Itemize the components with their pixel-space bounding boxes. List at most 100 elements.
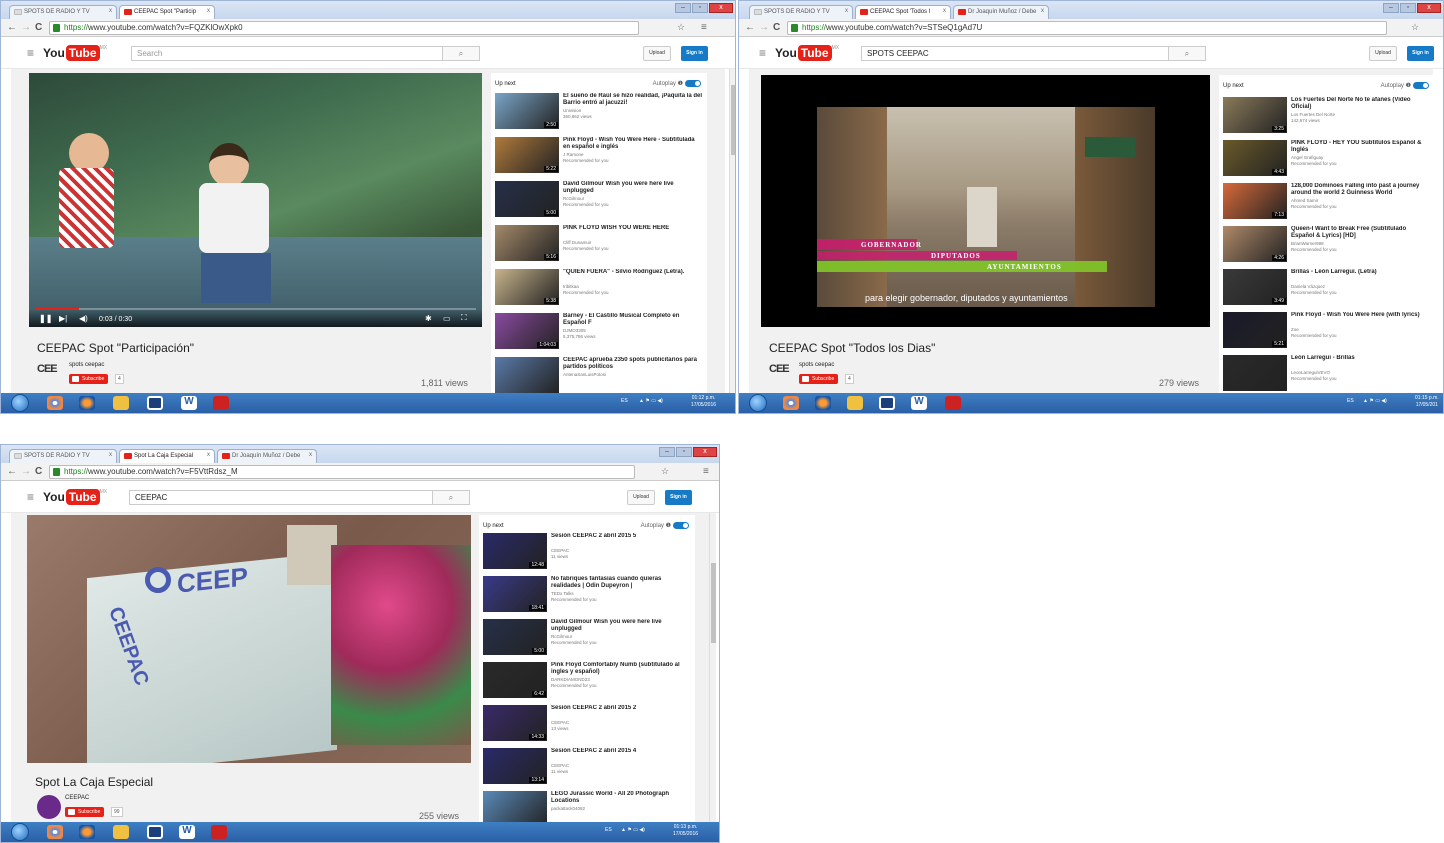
video-thumbnail[interactable]: 2:50 [495, 93, 559, 129]
video-item-title[interactable]: PINK FLOYD WISH YOU WERE HERE [563, 225, 703, 232]
media-player-icon[interactable] [147, 396, 163, 410]
close-tab-icon[interactable]: x [309, 452, 312, 458]
scrollbar[interactable] [729, 69, 735, 395]
video-thumbnail[interactable]: 1:04:03 [495, 313, 559, 349]
firefox-icon[interactable] [79, 396, 95, 410]
language-indicator[interactable]: ES [1347, 398, 1354, 404]
recommended-video-item[interactable]: 5:22 Pink Floyd - Wish You Were Here - Su… [495, 137, 703, 177]
video-thumbnail[interactable]: 5:38 [495, 269, 559, 305]
info-icon[interactable]: ❶ [666, 523, 671, 529]
close-tab-icon[interactable]: x [845, 8, 848, 14]
reload-icon[interactable]: C [773, 22, 780, 34]
folder-icon[interactable] [847, 396, 863, 410]
autoplay-toggle[interactable]: Autoplay ❶ [641, 522, 689, 529]
video-item-title[interactable]: "QUIEN FUERA" - Silvio Rodríguez (Letra)… [563, 269, 703, 276]
fullscreen-icon[interactable]: ⛶ [461, 313, 467, 323]
channel-avatar[interactable]: CEE [37, 363, 58, 375]
forward-icon[interactable]: → [759, 22, 769, 34]
chrome-menu-icon[interactable]: ≡ [703, 466, 711, 477]
video-item-title[interactable]: Los Fuertes Del Norte No te afanes (Vide… [1291, 97, 1431, 111]
url-field[interactable]: https://www.youtube.com/watch?v=STSeQ1gA… [787, 21, 1387, 35]
toggle-switch[interactable] [673, 522, 689, 529]
guide-menu-icon[interactable]: ≡ [27, 46, 34, 60]
settings-icon[interactable]: ✱ [425, 314, 432, 323]
sign-in-button[interactable]: Sign in [681, 46, 708, 61]
sign-in-button[interactable]: Sign in [1407, 46, 1434, 61]
tab-spots-radio-tv[interactable]: SPOTS DE RADIO Y TV x [9, 449, 117, 463]
recommended-video-item[interactable]: 6:42 Pink Floyd Comfortably Numb (subtitu… [483, 662, 691, 702]
video-thumbnail[interactable]: 5:21 [1223, 312, 1287, 348]
upload-button[interactable]: Upload [1369, 46, 1397, 61]
video-thumbnail[interactable]: 4:26 [1223, 226, 1287, 262]
video-thumbnail[interactable]: 5:00 [495, 181, 559, 217]
youtube-logo[interactable]: You Tube MX [43, 489, 107, 505]
word-icon[interactable]: W [181, 396, 197, 410]
word-icon[interactable]: W [911, 396, 927, 410]
scrollbar[interactable] [709, 513, 716, 825]
video-thumbnail[interactable] [483, 791, 547, 825]
search-button[interactable]: ⌕ [432, 490, 470, 505]
channel-name[interactable]: spots ceepac [799, 362, 834, 368]
video-item-title[interactable]: Sesión CEEPAC 2 abril 2015 4 [551, 748, 691, 755]
channel-avatar[interactable] [37, 795, 61, 819]
close-tab-icon[interactable]: x [109, 452, 112, 458]
maximize-button[interactable]: ▫ [1400, 3, 1416, 13]
pause-icon[interactable]: ❚❚ [39, 314, 52, 323]
tab-caja-especial[interactable]: Spot La Caja Especial x [119, 449, 215, 463]
close-window-button[interactable]: x [709, 3, 733, 13]
close-tab-icon[interactable]: x [1041, 8, 1044, 14]
tab-spots-radio-tv[interactable]: SPOTS DE RADIO Y TV x [9, 5, 117, 19]
video-thumbnail[interactable]: 12:48 [483, 533, 547, 569]
video-item-title[interactable]: No fabriques fantasías cuando quieras re… [551, 576, 691, 590]
start-button[interactable] [11, 823, 29, 841]
recommended-video-item[interactable]: CEEPAC aprueba 2350 spots publicitarios … [495, 357, 703, 395]
tab-ceepac-participacion[interactable]: CEEPAC Spot "Particip x [119, 5, 215, 19]
search-button[interactable]: ⌕ [1168, 46, 1206, 61]
volume-icon[interactable]: ◀) [79, 314, 88, 323]
recommended-video-item[interactable]: 1:04:03 Barney - El Castillo Musical Comp… [495, 313, 703, 353]
video-item-title[interactable]: El sueño de Raúl se hizo realidad, ¡Paqu… [563, 93, 703, 107]
video-item-title[interactable]: Sesión CEEPAC 2 abril 2015 2 [551, 705, 691, 712]
search-input[interactable]: CEEPAC [129, 490, 433, 505]
acrobat-icon[interactable] [211, 825, 227, 839]
recommended-video-item[interactable]: 4:26 Queen-I Want to Break Free (Subtitul… [1223, 226, 1431, 266]
video-item-title[interactable]: Pink Floyd - Wish You Were Here - Subtit… [563, 137, 703, 151]
chrome-icon[interactable] [47, 825, 63, 839]
video-thumbnail[interactable]: 18:41 [483, 576, 547, 612]
recommended-video-item[interactable]: 14:33 Sesión CEEPAC 2 abril 2015 2 CEEPAC 1… [483, 705, 691, 745]
sign-in-button[interactable]: Sign in [665, 490, 692, 505]
forward-icon[interactable]: → [21, 22, 31, 34]
youtube-logo[interactable]: You Tube MX [775, 45, 839, 61]
channel-name[interactable]: CEEPAC [65, 795, 89, 801]
close-tab-icon[interactable]: x [207, 8, 210, 14]
chrome-icon[interactable] [783, 396, 799, 410]
forward-icon[interactable]: → [21, 466, 31, 478]
close-tab-icon[interactable]: x [207, 452, 210, 458]
theater-icon[interactable]: ▭ [443, 314, 451, 323]
bookmark-star-icon[interactable]: ☆ [1411, 22, 1421, 33]
recommended-video-item[interactable]: 4:43 PINK FLOYD - HEY YOU Subtitulos Espa… [1223, 140, 1431, 180]
video-item-title[interactable]: Pink Floyd Comfortably Numb (subtitulado… [551, 662, 691, 676]
tab-dr-joaquin[interactable]: Dr Joaquín Muñoz / Debe x [953, 5, 1049, 19]
recommended-video-item[interactable]: 5:16 PINK FLOYD WISH YOU WERE HERE Cliff D… [495, 225, 703, 265]
search-button[interactable]: ⌕ [442, 46, 480, 61]
video-item-title[interactable]: LEGO Jurassic World - All 20 Photograph … [551, 791, 691, 805]
maximize-button[interactable]: ▫ [692, 3, 708, 13]
search-input[interactable]: Search [131, 46, 443, 61]
recommended-video-item[interactable]: LEGO Jurassic World - All 20 Photograph … [483, 791, 691, 825]
video-thumbnail[interactable]: 3:25 [1223, 97, 1287, 133]
bookmark-star-icon[interactable]: ☆ [661, 466, 671, 477]
progress-bar[interactable] [35, 308, 476, 310]
info-icon[interactable]: ❶ [1406, 83, 1411, 89]
next-icon[interactable]: ▶| [59, 314, 67, 323]
start-button[interactable] [749, 394, 767, 412]
url-field[interactable]: https://www.youtube.com/watch?v=FQZKlOwX… [49, 21, 639, 35]
recommended-video-item[interactable]: 13:14 Sesión CEEPAC 2 abril 2015 4 CEEPAC 1… [483, 748, 691, 788]
chrome-menu-icon[interactable]: ≡ [701, 22, 709, 33]
clock[interactable]: 01:13 p.m. 17/05/2016 [673, 824, 698, 838]
subscribe-button[interactable]: Subscribe [69, 374, 109, 384]
guide-menu-icon[interactable]: ≡ [759, 46, 766, 60]
clock[interactable]: 01:12 p.m. 17/05/2016 [691, 395, 716, 409]
video-player[interactable]: GOBERNADOR DIPUTADOS AYUNTAMIENTOS para … [761, 75, 1210, 327]
word-icon[interactable]: W [179, 825, 195, 839]
